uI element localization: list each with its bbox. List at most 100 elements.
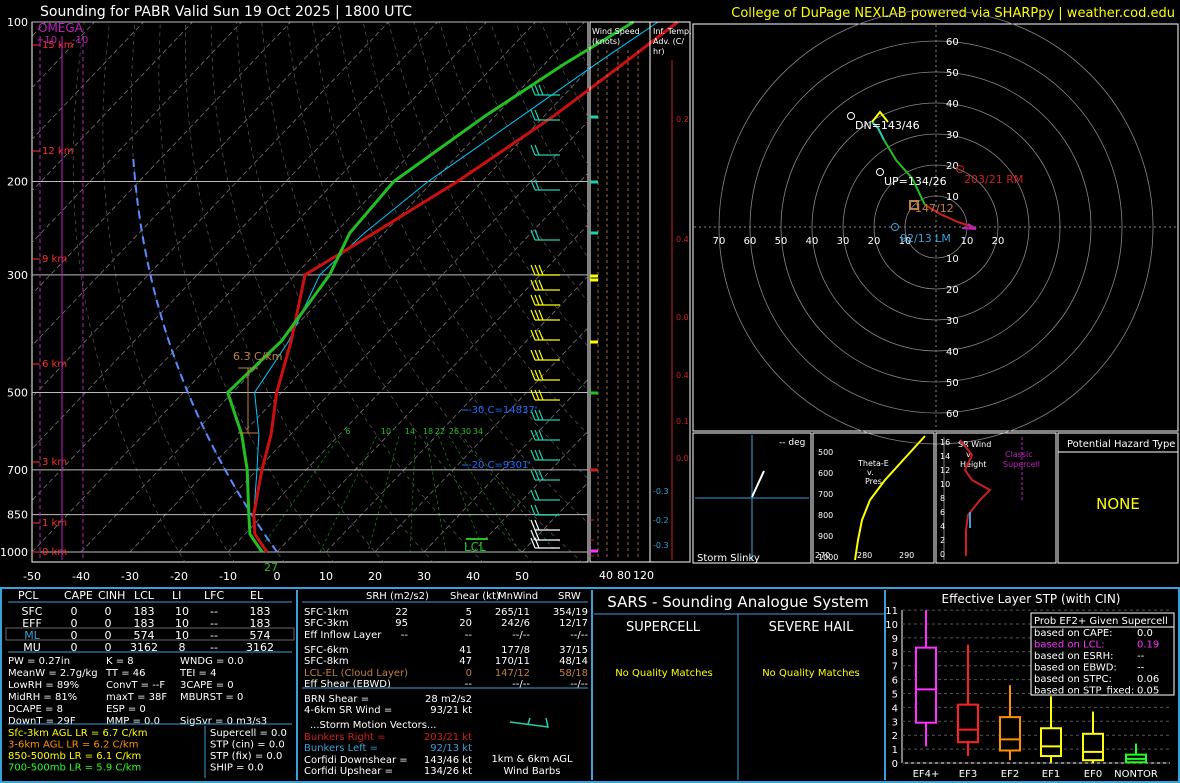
omega-label: OMEGA	[38, 21, 84, 35]
mixing-ratio-label: 6	[345, 427, 350, 436]
composite-value: STP (fix) = 0.0	[210, 751, 282, 762]
kin-value: 58/18	[559, 668, 588, 679]
wind-barb-flag	[530, 349, 536, 361]
dry-adiabat	[362, 22, 588, 436]
wind-barb-flag	[538, 84, 544, 96]
dry-adiabat	[210, 22, 434, 562]
stp-prob-label: based on STPC:	[1034, 674, 1112, 685]
parcel-header: CINH	[98, 589, 125, 602]
ws-marker	[590, 340, 598, 344]
kin-header: Shear (kt)	[450, 591, 500, 602]
parcel-header: CAPE	[64, 589, 93, 602]
stp-category-label: EF2	[1001, 769, 1019, 780]
wind-barb-flag	[534, 109, 540, 121]
hodo-ring-label: 50	[946, 378, 959, 389]
lapse-rate-value: Sfc-3km AGL LR = 6.7 C/km	[8, 728, 147, 739]
hodo-ring-label: 60	[946, 37, 959, 48]
kin-extra-value: 134/26 kt	[424, 766, 472, 777]
kin-value: 95	[395, 618, 408, 629]
lapse-rate-value: 3-6km AGL LR = 6.2 C/km	[8, 740, 138, 751]
temp-tick-label: 30	[417, 570, 431, 583]
wind-barb-flag	[538, 279, 544, 291]
temp-adv-value: 0.2	[676, 115, 689, 124]
kin-value: --/--	[512, 630, 530, 641]
wind-speed-panel: Wind Speed (knots) 40 80 120	[589, 21, 654, 582]
temp-tick-label: -20	[170, 570, 188, 583]
wind-barb-flag	[538, 264, 544, 276]
wind-barb-flag	[530, 84, 536, 96]
stp-y-label: 1	[892, 745, 898, 756]
sars-supercell: SUPERCELL	[626, 620, 701, 635]
wind-barb-flag	[538, 294, 544, 306]
parcel-header: EL	[250, 589, 264, 602]
ws-marker	[590, 278, 598, 282]
wind-barb-flag	[530, 449, 536, 461]
parcel-header: PCL	[18, 589, 39, 602]
hazard-panel: Potential Hazard Type NONE	[1057, 432, 1179, 564]
omega-tick-pos: +10	[36, 35, 57, 46]
parcel-header: LFC	[204, 589, 224, 602]
hodo-ring-label: 50	[946, 68, 959, 79]
isotherm	[374, 327, 588, 553]
stp-prob-value: --	[1137, 651, 1145, 662]
dry-adiabat	[642, 22, 1180, 563]
kin-value: 20	[459, 618, 472, 629]
sars-title: SARS - Sounding Analogue System	[607, 593, 868, 611]
kin-label: SFC-6km	[304, 645, 349, 656]
ws-marker	[590, 115, 598, 119]
wind-barb-flag	[534, 349, 540, 361]
mixing-ratio-label: 30	[461, 427, 471, 436]
dry-adiabat	[464, 22, 588, 258]
kin-extra-label: Bunkers Right =	[304, 732, 386, 743]
stp-prob-value: 0.06	[1137, 674, 1159, 685]
slinky-title: Storm Slinky	[697, 553, 760, 564]
stp-y-label: 11	[885, 606, 898, 617]
index-value: MeanW = 2.7g/kg	[8, 668, 98, 679]
isotherm	[32, 22, 340, 347]
stp-panel: Effective Layer STP (with CIN) 0 1 2 3 4 5 6 7 8…	[885, 592, 1175, 780]
theta-x-label: 290	[899, 551, 914, 560]
ws-axis-120: 120	[633, 569, 654, 582]
hodo-mean-label: 147/12	[915, 202, 954, 215]
index-value: MBURST = 0	[180, 692, 243, 703]
lapse-rate-value: 850-500mb LR = 6.1 C/km	[8, 751, 141, 762]
mixing-ratio-label: 34	[473, 427, 483, 436]
ws-marker	[590, 468, 598, 472]
pressure-tick-label: 300	[7, 269, 28, 282]
hodo-ring-label: 60	[946, 409, 959, 420]
wind-barb-flag	[534, 369, 540, 381]
isotherm	[423, 378, 588, 553]
isotherm	[32, 22, 242, 244]
stp-box	[999, 716, 1021, 752]
kin-extra-value: 92/13 kt	[430, 743, 472, 754]
height-label: 9 km	[42, 254, 67, 265]
wind-barb-flag	[534, 519, 540, 531]
stp-prob-title: Prob EF2+ Given Supercell	[1034, 616, 1168, 627]
index-value: MidRH = 81%	[8, 692, 77, 703]
stp-category-label: NONTOR	[1114, 769, 1158, 780]
ws-marker	[590, 231, 598, 235]
kin-value: 170/11	[495, 656, 530, 667]
index-value: WNDG = 0.0	[180, 656, 243, 667]
theta-p-label: 500	[818, 448, 833, 457]
wind-barb-flag	[530, 469, 536, 481]
stp-prob-label: based on STP_fixed:	[1034, 686, 1134, 697]
kin-extra-value: 143/46 kt	[424, 755, 472, 766]
temp-adv-value: 0.4	[676, 235, 689, 244]
kin-label: SFC-8km	[304, 656, 349, 667]
wind-barb-flag	[534, 84, 540, 96]
kin-value: 48/14	[559, 656, 588, 667]
temp-tick-label: 50	[515, 570, 529, 583]
sr-height-label: 8	[940, 494, 945, 503]
theta-p-label: 600	[818, 469, 833, 478]
kinematics-table: SRH (m2/s2) Shear (kt)MnWind SRW SFC-1km 22…	[302, 591, 588, 777]
height-label: 12 km	[42, 146, 73, 157]
wind-barb-flag	[530, 389, 536, 401]
ws-marker	[590, 391, 598, 395]
hodo-ring-label: 70	[713, 236, 726, 247]
index-value: DCAPE = 8	[8, 704, 63, 715]
index-value: ConvT = --F	[106, 680, 165, 691]
pressure-tick-label: 500	[7, 386, 28, 399]
index-value: DownT = 29F	[8, 716, 76, 727]
index-value: TEI = 4	[179, 668, 216, 679]
